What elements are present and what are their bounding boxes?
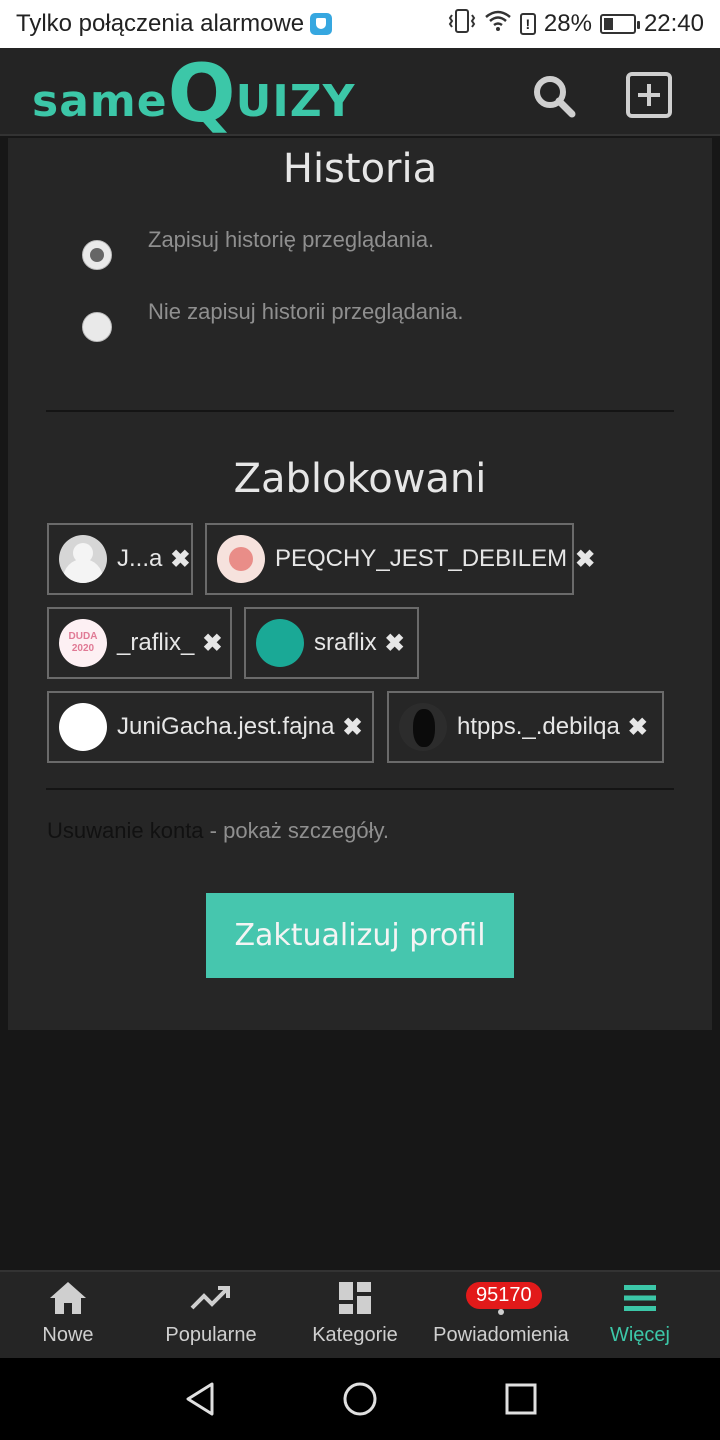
logo-part-same: same <box>32 76 168 127</box>
blocked-user-name: sraflix <box>314 629 377 656</box>
blocked-user-name: htpps._.debilqa <box>457 713 620 740</box>
divider <box>46 410 674 412</box>
shield-icon <box>310 13 333 35</box>
blocked-user-chip: DUDA 2020 _raflix_ ✖ <box>47 607 232 679</box>
battery-icon <box>599 14 640 34</box>
close-icon[interactable]: ✖ <box>575 545 595 574</box>
radio-save-history-label[interactable]: Zapisuj historię przeglądania. <box>148 227 434 253</box>
app-header: same Q UIZY <box>0 48 720 136</box>
divider <box>46 788 674 790</box>
nav-label: Więcej <box>609 1324 670 1346</box>
show-details-link[interactable]: - pokaż szczegóły. <box>204 818 389 843</box>
avatar <box>59 535 107 583</box>
nav-item-powiadomienia[interactable]: Powiadomienia 95170 <box>426 1272 576 1360</box>
close-icon[interactable]: ✖ <box>342 713 362 742</box>
nav-item-kategorie[interactable]: Kategorie <box>294 1272 416 1360</box>
plus-square-icon[interactable] <box>626 72 672 118</box>
logo-part-q: Q <box>167 47 236 140</box>
radio-no-history[interactable] <box>82 312 112 342</box>
blocked-user-chip: JuniGacha.jest.fajna ✖ <box>47 691 374 763</box>
avatar <box>256 619 304 667</box>
close-icon[interactable]: ✖ <box>628 713 648 742</box>
radio-no-history-label[interactable]: Nie zapisuj historii przeglądania. <box>148 299 464 325</box>
nav-label: Popularne <box>165 1324 257 1346</box>
nav-label: Powiadomienia <box>433 1324 569 1346</box>
delete-account-link[interactable]: Usuwanie konta <box>47 818 204 843</box>
nav-item-wiecej[interactable]: Więcej <box>588 1272 692 1360</box>
notification-badge: 95170 <box>466 1282 542 1309</box>
radio-save-history[interactable] <box>82 240 112 270</box>
close-icon[interactable]: ✖ <box>170 545 190 574</box>
nav-label: Nowe <box>42 1324 94 1346</box>
system-nav-bar <box>0 1358 720 1440</box>
avatar <box>59 703 107 751</box>
recents-icon[interactable] <box>505 1383 537 1420</box>
avatar <box>217 535 265 583</box>
blocked-user-name: J...a <box>117 545 163 572</box>
nav-item-popularne[interactable]: Popularne <box>150 1272 272 1360</box>
home-circle-icon[interactable] <box>343 1382 377 1421</box>
blocked-user-chip: J...a ✖ <box>47 523 193 595</box>
account-deletion: Usuwanie konta - pokaż szczegóły. <box>47 818 389 844</box>
back-icon[interactable] <box>184 1382 216 1421</box>
blocked-user-name: _raflix_ <box>117 629 195 656</box>
bottom-nav: Nowe Popularne Kategorie Powiadomienia 9… <box>0 1270 720 1358</box>
status-icons: ! 28% 22:40 <box>448 8 704 40</box>
update-profile-button[interactable]: Zaktualizuj profil <box>206 893 514 978</box>
menu-icon <box>623 1272 657 1324</box>
blocked-user-chip: htpps._.debilqa ✖ <box>387 691 664 763</box>
samequizy-logo[interactable]: same Q UIZY <box>32 54 355 134</box>
vibrate-icon <box>448 8 476 40</box>
avatar: DUDA 2020 <box>59 619 107 667</box>
alert-icon: ! <box>519 13 536 35</box>
blocked-user-name: PEQCHY_JEST_DEBILEM <box>275 545 568 572</box>
carrier-text: Tylko połączenia alarmowe <box>16 10 305 37</box>
close-icon[interactable]: ✖ <box>385 629 405 658</box>
carrier-info: Tylko połączenia alarmowe <box>16 10 448 38</box>
blocked-title: Zablokowani <box>233 456 487 502</box>
dashboard-icon <box>338 1272 372 1324</box>
history-title: Historia <box>282 146 438 192</box>
search-icon[interactable] <box>530 72 578 120</box>
clock: 22:40 <box>643 10 704 37</box>
logo-part-uizy: UIZY <box>235 76 356 127</box>
blocked-user-chip: sraflix ✖ <box>244 607 419 679</box>
close-icon[interactable]: ✖ <box>202 629 222 658</box>
blocked-user-name: JuniGacha.jest.fajna <box>117 713 335 740</box>
wifi-icon <box>484 10 512 39</box>
nav-item-nowe[interactable]: Nowe <box>8 1272 128 1360</box>
nav-label: Kategorie <box>312 1324 398 1346</box>
blocked-user-chip: PEQCHY_JEST_DEBILEM ✖ <box>205 523 595 595</box>
status-bar: Tylko połączenia alarmowe ! 28% 22:40 <box>0 0 720 48</box>
home-icon <box>48 1272 88 1324</box>
trending-icon <box>190 1272 232 1324</box>
avatar <box>399 703 447 751</box>
battery-percent: 28% <box>543 10 592 37</box>
